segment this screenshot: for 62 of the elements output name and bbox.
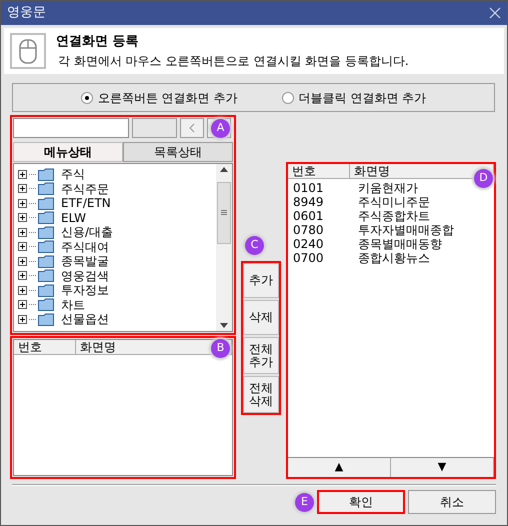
table-cell-text: 0780	[292, 223, 325, 237]
folder-icon	[38, 211, 54, 224]
folder-icon	[38, 226, 54, 239]
table-cell: 종합시황뉴스	[358, 251, 430, 265]
grip-icon	[221, 210, 227, 215]
column-header[interactable]: 번호	[288, 164, 350, 178]
search-field[interactable]	[13, 118, 129, 138]
cancel-button[interactable]: 취소	[408, 490, 496, 514]
folder-icon	[38, 182, 54, 196]
folder-icon	[38, 254, 54, 268]
header-description: 각 화면에서 마우스 오른쪽버튼으로 연결시킬 화면을 등록합니다.	[57, 52, 409, 70]
table-cell: 주식종합차트	[358, 209, 430, 223]
expander-icon[interactable]	[18, 300, 27, 310]
folder-icon	[38, 312, 54, 326]
table-cell-text: 0101	[292, 181, 325, 195]
radio-label: 더블클릭 연결화면 추가	[298, 90, 426, 106]
scroll-up-icon[interactable]	[220, 167, 228, 172]
expander-icon[interactable]	[18, 271, 27, 280]
table-cell: 주식미니주문	[358, 195, 430, 209]
folder-icon	[38, 298, 54, 312]
expander-icon[interactable]	[18, 213, 27, 222]
close-icon[interactable]	[489, 7, 501, 19]
expander-icon[interactable]	[18, 242, 27, 252]
table-cell: 투자자별매매종합	[358, 223, 454, 237]
annotation-badge: C	[245, 236, 264, 255]
folder-icon	[38, 269, 54, 282]
scroll-down-icon[interactable]	[220, 323, 228, 328]
radio-button[interactable]	[80, 92, 93, 104]
expander-icon[interactable]	[18, 228, 27, 237]
action-button[interactable]: 추가	[243, 263, 279, 298]
annotation-badge: E	[295, 493, 314, 512]
expander-icon[interactable]	[18, 184, 27, 194]
header-title: 연결화면 등록	[56, 33, 140, 52]
table-cell-text: 8949	[292, 195, 325, 209]
expander-icon[interactable]	[18, 170, 27, 179]
table-cell-text: 0601	[292, 209, 325, 223]
table-cell: 종목별매매동향	[358, 237, 442, 251]
confirm-button[interactable]: 확인	[317, 490, 405, 514]
expander-icon[interactable]	[18, 286, 27, 295]
radio-label: 오른쪽버튼 연결화면 추가	[98, 90, 238, 106]
scroll-thumb[interactable]	[217, 182, 231, 244]
mouse-icon	[10, 33, 46, 69]
table-cell-text: 0700	[292, 251, 325, 265]
tab[interactable]: 목록상태	[123, 142, 233, 162]
action-button[interactable]: 전체삭제	[243, 376, 279, 413]
chevron-left-icon	[189, 123, 195, 133]
window-title: 영웅문	[7, 4, 46, 22]
expander-icon[interactable]	[18, 198, 27, 208]
expander-icon[interactable]	[18, 314, 27, 324]
table-cell: 키움현재가	[358, 181, 418, 195]
action-button[interactable]: 삭제	[243, 300, 279, 335]
folder-icon	[38, 240, 54, 254]
folder-icon	[38, 196, 54, 210]
folder-icon	[38, 168, 54, 181]
expander-icon[interactable]	[18, 256, 27, 266]
action-button[interactable]: 전체추가	[243, 337, 279, 374]
folder-icon	[38, 284, 54, 297]
scrollbar[interactable]	[216, 164, 232, 331]
radio-button[interactable]	[282, 92, 294, 104]
table-cell-text: 0240	[292, 237, 325, 251]
tab[interactable]: 메뉴상태	[13, 142, 123, 162]
column-header[interactable]: 번호	[14, 340, 76, 354]
